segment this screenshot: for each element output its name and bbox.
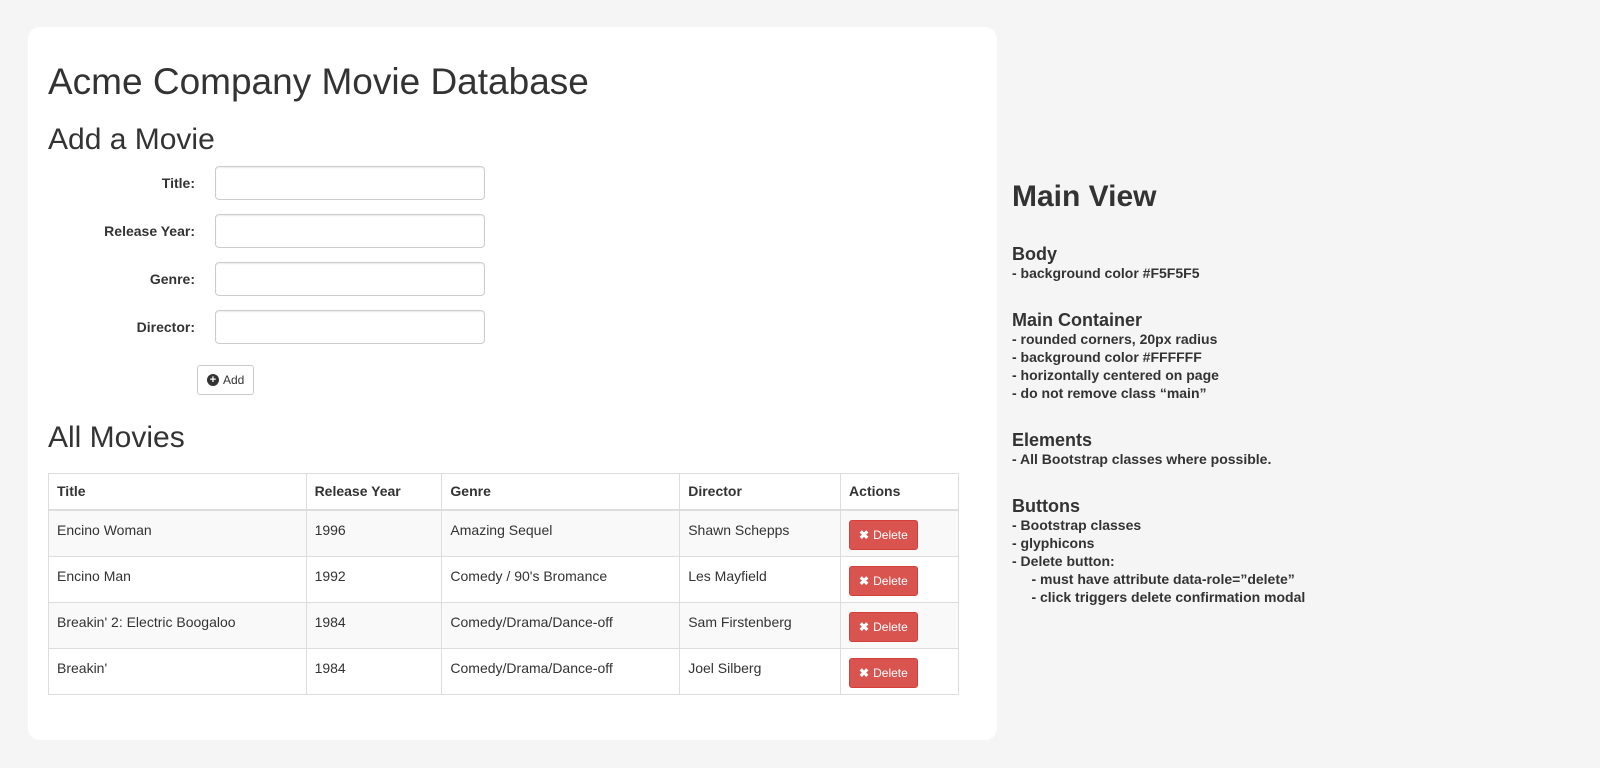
note-line: - click triggers delete confirmation mod… [1012, 589, 1306, 605]
delete-button-label: Delete [873, 573, 908, 588]
column-header-title: Title [48, 473, 307, 511]
cell-title: Breakin' [48, 647, 307, 695]
remove-icon: ✖ [859, 528, 870, 542]
movies-table: Title Release Year Genre Director Action… [48, 473, 959, 695]
note-group-main-container: Main Container - rounded corners, 20px r… [1012, 310, 1572, 402]
director-form-row: Director: [48, 310, 485, 344]
spec-notes: Main View Body - background color #F5F5F… [1012, 180, 1572, 634]
note-line: - do not remove class “main” [1012, 385, 1207, 401]
cell-title: Breakin' 2: Electric Boogaloo [48, 601, 307, 649]
note-group-body: Body - background color #F5F5F5 [1012, 244, 1572, 282]
column-header-release-year: Release Year [305, 473, 443, 511]
cell-actions: ✖ Delete [840, 601, 959, 649]
cell-actions: ✖ Delete [840, 647, 959, 695]
note-line: - must have attribute data-role=”delete” [1012, 571, 1295, 587]
note-line: - background color #FFFFFF [1012, 349, 1202, 365]
table-row: Breakin' 2: Electric Boogaloo 1984 Comed… [48, 601, 959, 649]
cell-actions: ✖ Delete [840, 509, 959, 557]
note-line: - glyphicons [1012, 535, 1095, 551]
cell-director: Sam Firstenberg [679, 601, 842, 649]
cell-release-year: 1996 [305, 509, 443, 557]
add-movie-heading: Add a Movie [48, 123, 215, 156]
delete-button-label: Delete [873, 528, 908, 542]
delete-button[interactable]: ✖ Delete [849, 657, 918, 688]
release-year-label: Release Year: [104, 223, 195, 239]
note-line: - background color #F5F5F5 [1012, 265, 1200, 281]
delete-button[interactable]: ✖ Delete [849, 520, 918, 550]
director-input[interactable] [215, 310, 485, 344]
genre-input[interactable] [215, 262, 485, 296]
column-header-genre: Genre [441, 473, 681, 511]
note-line: - Delete button: [1012, 553, 1115, 569]
delete-button[interactable]: ✖ Delete [849, 611, 918, 642]
table-row: Breakin' 1984 Comedy/Drama/Dance-off Joe… [48, 647, 959, 695]
release-year-input[interactable] [215, 214, 485, 248]
title-label: Title: [161, 175, 195, 191]
note-line: - Bootstrap classes [1012, 517, 1142, 533]
note-line: - horizontally centered on page [1012, 367, 1219, 383]
cell-release-year: 1984 [305, 601, 443, 649]
cell-director: Shawn Schepps [679, 509, 842, 557]
note-heading: Buttons [1012, 496, 1080, 516]
note-group-elements: Elements - All Bootstrap classes where p… [1012, 430, 1572, 468]
delete-button-label: Delete [873, 619, 908, 634]
director-label: Director: [136, 319, 195, 335]
cell-director: Les Mayfield [679, 555, 842, 603]
note-group-buttons: Buttons - Bootstrap classes - glyphicons… [1012, 496, 1572, 606]
table-header-row: Title Release Year Genre Director Action… [48, 473, 959, 511]
cell-director: Joel Silberg [679, 647, 842, 695]
note-heading: Main Container [1012, 310, 1143, 330]
add-button-label: Add [223, 373, 245, 387]
cell-title: Encino Woman [48, 509, 307, 557]
cell-release-year: 1992 [305, 555, 443, 603]
remove-icon: ✖ [859, 665, 870, 680]
title-input[interactable] [215, 166, 485, 200]
release-year-form-row: Release Year: [48, 214, 485, 248]
note-line: - rounded corners, 20px radius [1012, 331, 1218, 347]
delete-button-label: Delete [873, 665, 908, 680]
cell-genre: Comedy / 90's Bromance [441, 555, 681, 603]
cell-release-year: 1984 [305, 647, 443, 695]
table-row: Encino Woman 1996 Amazing Sequel Shawn S… [48, 509, 959, 557]
note-heading: Elements [1012, 430, 1093, 450]
main-container: Acme Company Movie Database Add a Movie … [28, 27, 997, 740]
add-button[interactable]: + Add [197, 365, 255, 395]
cell-title: Encino Man [48, 555, 307, 603]
note-line: - All Bootstrap classes where possible. [1012, 451, 1272, 467]
table-row: Encino Man 1992 Comedy / 90's Bromance L… [48, 555, 959, 603]
title-form-row: Title: [48, 166, 485, 200]
cell-genre: Amazing Sequel [441, 509, 681, 557]
cell-genre: Comedy/Drama/Dance-off [441, 601, 681, 649]
column-header-actions: Actions [840, 473, 959, 511]
cell-genre: Comedy/Drama/Dance-off [441, 647, 681, 695]
delete-button[interactable]: ✖ Delete [849, 565, 918, 596]
column-header-director: Director [679, 473, 842, 511]
all-movies-heading: All Movies [48, 421, 185, 454]
notes-title: Main View [1012, 180, 1157, 213]
remove-icon: ✖ [859, 619, 870, 634]
plus-circle-icon: + [207, 374, 219, 386]
genre-form-row: Genre: [48, 262, 485, 296]
genre-label: Genre: [149, 271, 195, 287]
remove-icon: ✖ [859, 573, 870, 588]
note-heading: Body [1012, 244, 1057, 264]
cell-actions: ✖ Delete [840, 555, 959, 603]
page-title: Acme Company Movie Database [48, 61, 589, 102]
